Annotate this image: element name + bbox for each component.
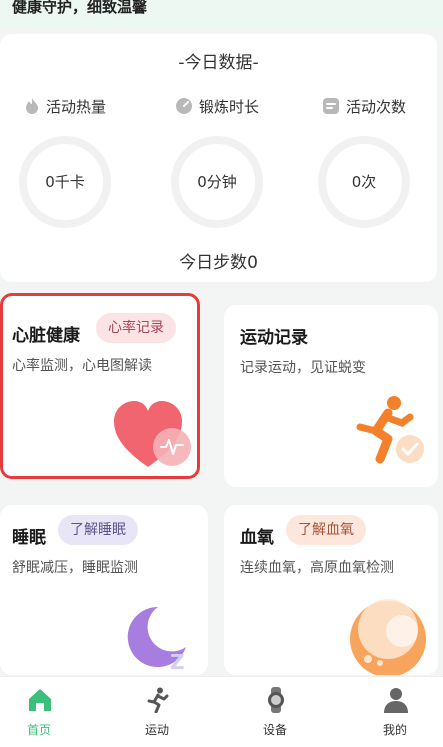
run-icon bbox=[145, 687, 171, 714]
timer-icon bbox=[175, 97, 193, 119]
card-title: 睡眠 bbox=[12, 528, 46, 548]
stat-label: 活动热量 bbox=[45, 98, 106, 116]
count-icon bbox=[322, 97, 340, 119]
card-description: 心率监测，心电图解读 bbox=[12, 358, 152, 374]
stat-label: 活动次数 bbox=[345, 98, 406, 116]
watch-icon bbox=[263, 687, 289, 713]
tab-home[interactable]: 首页 bbox=[0, 677, 94, 747]
sleep-card[interactable]: 睡眠 了解睡眠 舒眠减压，睡眠监测 Z bbox=[0, 505, 208, 675]
tab-label: 首页 bbox=[26, 723, 51, 737]
flame-icon bbox=[24, 97, 40, 119]
card-description: 记录运动，见证蜕变 bbox=[240, 360, 366, 376]
tab-label: 运动 bbox=[144, 723, 169, 737]
heart-health-card[interactable]: 心脏健康 心率记录 心率监测，心电图解读 bbox=[0, 293, 200, 479]
moon-icon: Z bbox=[118, 603, 198, 675]
sport-record-card[interactable]: 运动记录 记录运动，见证蜕变 bbox=[224, 305, 438, 487]
card-title: 运动记录 bbox=[240, 328, 308, 348]
card-description: 舒眠减压，睡眠监测 bbox=[12, 560, 138, 576]
svg-text:Z: Z bbox=[170, 650, 185, 674]
bottom-tab-bar: 首页 运动 设备 我的 bbox=[0, 676, 443, 747]
heart-icon bbox=[112, 399, 194, 475]
stat-value: 0千卡 bbox=[45, 173, 85, 191]
steps-today: 今日步数0 bbox=[179, 253, 258, 273]
card-description: 连续血氧，高原血氧检测 bbox=[240, 560, 394, 576]
today-title: -今日数据- bbox=[178, 53, 259, 73]
tab-label: 设备 bbox=[262, 723, 287, 737]
progress-ring: 0千卡 bbox=[19, 136, 111, 228]
heart-rate-record-tag[interactable]: 心率记录 bbox=[96, 313, 176, 343]
top-banner: 健康守护，细致温馨 bbox=[0, 0, 443, 30]
user-icon bbox=[383, 687, 409, 713]
stat-duration[interactable]: 锻炼时长 0分钟 bbox=[144, 96, 290, 236]
stat-calories[interactable]: 活动热量 0千卡 bbox=[0, 96, 138, 236]
progress-ring: 0次 bbox=[318, 136, 410, 228]
stat-count[interactable]: 活动次数 0次 bbox=[291, 96, 437, 236]
blood-oxygen-card[interactable]: 血氧 了解血氧 连续血氧，高原血氧检测 bbox=[224, 505, 438, 675]
card-title: 心脏健康 bbox=[12, 326, 80, 346]
tab-mine[interactable]: 我的 bbox=[340, 677, 443, 747]
stat-value: 0次 bbox=[351, 173, 377, 191]
card-title: 血氧 bbox=[240, 528, 274, 548]
stat-value: 0分钟 bbox=[197, 173, 237, 191]
tab-label: 我的 bbox=[382, 723, 407, 737]
learn-sleep-tag[interactable]: 了解睡眠 bbox=[58, 515, 138, 545]
runner-icon bbox=[348, 393, 428, 477]
stat-label: 锻炼时长 bbox=[198, 98, 259, 116]
today-data-card: -今日数据- 活动热量 0千卡 锻炼时长 0分钟 活动次数 0次 今日步数0 bbox=[0, 34, 437, 282]
home-icon bbox=[27, 687, 53, 713]
slogan: 健康守护，细致温馨 bbox=[12, 0, 148, 16]
oxygen-icon bbox=[346, 597, 430, 675]
tab-sport[interactable]: 运动 bbox=[102, 677, 212, 747]
tab-device[interactable]: 设备 bbox=[220, 677, 330, 747]
progress-ring: 0分钟 bbox=[171, 136, 263, 228]
learn-oxygen-tag[interactable]: 了解血氧 bbox=[286, 515, 366, 545]
